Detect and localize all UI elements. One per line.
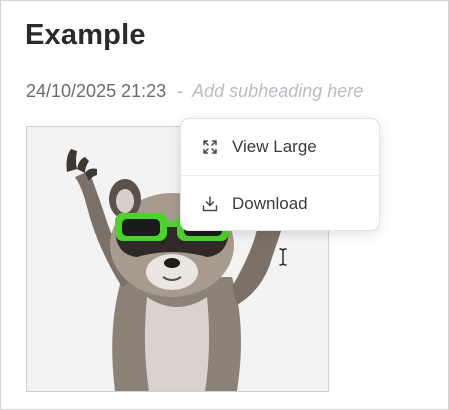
page-title[interactable]: Example: [25, 19, 146, 52]
context-menu: View Large Download: [180, 118, 380, 231]
subheading-input[interactable]: Add subheading here: [192, 81, 363, 101]
page-frame: Example 24/10/2025 21:23- Add subheading …: [0, 0, 449, 410]
expand-icon: [203, 140, 217, 154]
menu-item-label: Download: [232, 194, 308, 213]
timestamp: 24/10/2025 21:23: [26, 81, 167, 101]
download-icon: [202, 196, 218, 212]
menu-item-view-large[interactable]: View Large: [181, 119, 379, 175]
text-cursor-icon: [279, 248, 287, 266]
menu-item-download[interactable]: Download: [181, 176, 379, 232]
menu-item-label: View Large: [232, 137, 317, 156]
separator: -: [177, 81, 184, 101]
metadata-row: 24/10/2025 21:23- Add subheading here: [26, 81, 363, 102]
